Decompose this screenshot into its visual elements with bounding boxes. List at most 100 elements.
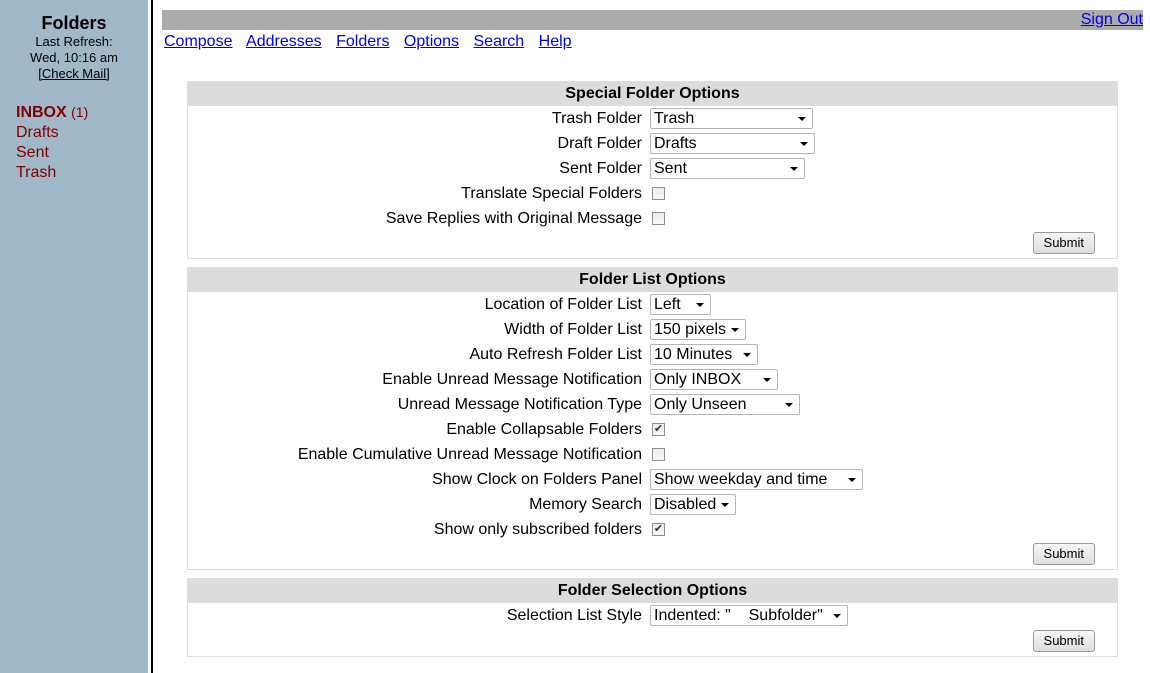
option-label: Enable Cumulative Unread Message Notific… [297,445,642,463]
option-row-width-of-folder-list: Width of Folder List 150 pixels [188,317,1117,342]
option-label: Show Clock on Folders Panel [432,470,642,488]
option-label: Trash Folder [551,109,642,127]
select-value: Only INBOX [654,371,742,388]
folder-sidebar: Folders Last Refresh: Wed, 10:16 am [Che… [0,0,148,673]
sent-folder-select[interactable]: Sent [650,158,805,179]
section-folder-list-options: Folder List Options Location of Folder Li… [187,267,1118,570]
option-label: Selection List Style [506,606,642,624]
select-value: 10 Minutes [654,346,733,363]
option-row-location-of-folder-list: Location of Folder List Left [188,292,1117,317]
option-label: Location of Folder List [484,295,642,313]
folder-drafts[interactable]: Drafts [16,123,148,143]
draft-folder-select[interactable]: Drafts [650,133,815,154]
option-row-memory-search: Memory Search Disabled [188,492,1117,517]
enable-unread-message-notification-select[interactable]: Only INBOX [650,369,778,390]
translate-special-folders-checkbox[interactable] [652,187,665,200]
nav-options[interactable]: Options [404,33,459,50]
option-label: Save Replies with Original Message [385,209,642,227]
show-clock-on-folders-panel-select[interactable]: Show weekday and time [650,469,863,490]
option-row-auto-refresh-folder-list: Auto Refresh Folder List 10 Minutes [188,342,1117,367]
select-value: Trash [654,110,695,127]
folder-inbox-label[interactable]: INBOX [16,104,67,121]
option-label: Memory Search [529,495,642,513]
submit-button[interactable]: Submit [1032,543,1095,565]
save-replies-with-original-message-checkbox[interactable] [652,212,665,225]
show-only-subscribed-folders-checkbox[interactable]: ✔ [652,523,665,536]
option-row-save-replies-with-original-message: Save Replies with Original Message [188,206,1117,231]
option-label: Auto Refresh Folder List [469,345,642,363]
last-refresh-label: Last Refresh: [35,34,113,49]
option-row-unread-message-notification-type: Unread Message Notification Type Only Uns… [188,392,1117,417]
selection-list-style-select[interactable]: Indented: " Subfolder" [650,605,848,626]
option-label: Unread Message Notification Type [397,395,642,413]
dropdown-arrow-icon [721,503,729,507]
auto-refresh-folder-list-select[interactable]: 10 Minutes [650,344,758,365]
option-row-trash-folder: Trash Folder Trash [188,106,1117,131]
check-mail-link[interactable]: [Check Mail] [38,66,110,81]
section-special-folder-options: Special Folder Options Trash Folder Trash D… [187,81,1118,259]
option-label: Sent Folder [559,159,642,177]
trash-folder-select[interactable]: Trash [650,108,813,129]
option-label: Draft Folder [557,134,642,152]
option-row-enable-unread-message-notification: Enable Unread Message Notification Only I… [188,367,1117,392]
unread-message-notification-type-select[interactable]: Only Unseen [650,394,800,415]
sidebar-title: Folders [41,13,107,33]
section-title: Folder Selection Options [188,579,1117,603]
section-title: Special Folder Options [188,82,1117,106]
frame-divider-line [151,0,153,673]
main-nav: Compose Addresses Folders Options Search… [164,33,582,51]
dropdown-arrow-icon [848,478,856,482]
select-value: Drafts [654,135,697,152]
nav-search[interactable]: Search [474,33,525,50]
option-label: Translate Special Folders [461,184,642,202]
last-refresh-time: Wed, 10:16 am [30,50,118,65]
dropdown-arrow-icon [696,303,704,307]
select-value: Disabled [654,496,717,513]
nav-addresses[interactable]: Addresses [246,33,322,50]
dropdown-arrow-icon [798,117,806,121]
option-label: Width of Folder List [504,320,642,338]
dropdown-arrow-icon [743,353,751,357]
select-value: Indented: " Subfolder" [654,607,823,624]
nav-folders[interactable]: Folders [336,33,389,50]
dropdown-arrow-icon [800,142,808,146]
top-bar: Sign Out [162,10,1143,30]
dropdown-arrow-icon [833,614,841,618]
sign-out-link[interactable]: Sign Out [1081,11,1143,28]
select-value: Show weekday and time [654,471,828,488]
option-label: Show only subscribed folders [433,520,642,538]
option-label: Enable Collapsable Folders [446,420,642,438]
folder-sent[interactable]: Sent [16,143,148,163]
submit-button[interactable]: Submit [1032,630,1095,652]
nav-help[interactable]: Help [539,33,572,50]
enable-cumulative-unread-message-notification-checkbox[interactable] [652,448,665,461]
inbox-unread-count: (1) [71,104,89,120]
option-row-draft-folder: Draft Folder Drafts [188,131,1117,156]
folder-inbox[interactable]: INBOX (1) [16,102,148,123]
section-folder-selection-options: Folder Selection Options Selection List S… [187,578,1118,657]
option-row-enable-collapsable-folders: Enable Collapsable Folders ✔ [188,417,1117,442]
select-value: Sent [654,160,687,177]
dropdown-arrow-icon [790,167,798,171]
dropdown-arrow-icon [785,403,793,407]
section-title: Folder List Options [188,268,1117,292]
location-of-folder-list-select[interactable]: Left [650,294,711,315]
option-label: Enable Unread Message Notification [382,370,642,388]
enable-collapsable-folders-checkbox[interactable]: ✔ [652,423,665,436]
option-row-enable-cumulative-unread-message-notification: Enable Cumulative Unread Message Notific… [188,442,1117,467]
option-row-sent-folder: Sent Folder Sent [188,156,1117,181]
option-row-translate-special-folders: Translate Special Folders [188,181,1117,206]
select-value: 150 pixels [654,321,727,338]
select-value: Left [654,296,681,313]
nav-compose[interactable]: Compose [164,33,232,50]
select-value: Only Unseen [654,396,747,413]
option-row-show-only-subscribed-folders: Show only subscribed folders ✔ [188,517,1117,542]
dropdown-arrow-icon [731,328,739,332]
submit-button[interactable]: Submit [1032,232,1095,254]
option-row-show-clock-on-folders-panel: Show Clock on Folders Panel Show weekday … [188,467,1117,492]
folder-trash[interactable]: Trash [16,163,148,183]
width-of-folder-list-select[interactable]: 150 pixels [650,319,746,340]
option-row-selection-list-style: Selection List Style Indented: " Subfolde… [188,603,1117,628]
dropdown-arrow-icon [763,378,771,382]
memory-search-select[interactable]: Disabled [650,494,736,515]
